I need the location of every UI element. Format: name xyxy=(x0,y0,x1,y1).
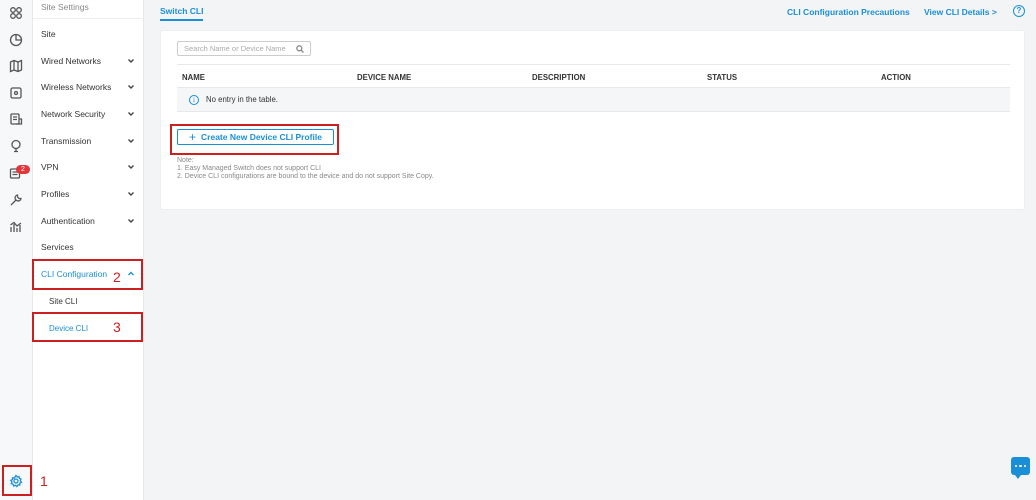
chevron-down-icon xyxy=(127,83,135,91)
menu-divider xyxy=(33,18,144,19)
annotation-number-3: 3 xyxy=(113,319,121,335)
menu-item-label: Network Security xyxy=(41,109,106,119)
icon-rail: 2 xyxy=(0,0,33,500)
menu-item-label: Authentication xyxy=(41,216,95,226)
chevron-down-icon xyxy=(127,217,135,225)
menu-item-label: Wireless Networks xyxy=(41,82,112,92)
column-header-action: ACTION xyxy=(881,73,911,82)
column-header-device-name[interactable]: DEVICE NAME xyxy=(357,73,411,82)
menu-item-label: Site CLI xyxy=(49,296,78,306)
menu-item-label: Wired Networks xyxy=(41,56,101,66)
column-header-name[interactable]: NAME xyxy=(182,73,205,82)
chat-support-button[interactable] xyxy=(1011,457,1030,479)
top-bar: Switch CLI CLI Configuration Precautions… xyxy=(144,0,1036,22)
chevron-down-icon xyxy=(127,110,135,118)
menu-item-label: Services xyxy=(41,242,74,252)
annotation-number-1: 1 xyxy=(40,473,48,489)
table-header: NAME DEVICE NAME DESCRIPTION STATUS ACTI… xyxy=(177,64,1010,88)
chat-dot xyxy=(1019,464,1022,468)
menu-item-transmission[interactable]: Transmission xyxy=(33,131,144,151)
note: Note: 1. Easy Managed Switch does not su… xyxy=(177,157,434,181)
menu-item-vpn[interactable]: VPN xyxy=(33,157,144,177)
note-line: 2. Device CLI configurations are bound t… xyxy=(177,173,434,180)
tools-icon[interactable] xyxy=(8,192,24,208)
device-icon[interactable] xyxy=(8,85,24,101)
menu-item-site[interactable]: Site xyxy=(33,24,144,44)
alerts-badge: 2 xyxy=(16,165,30,174)
plus-icon: + xyxy=(189,130,197,144)
menu-item-network-security[interactable]: Network Security xyxy=(33,104,144,124)
menu-item-site-cli[interactable]: Site CLI xyxy=(33,291,144,311)
column-header-status[interactable]: STATUS xyxy=(707,73,737,82)
view-cli-details-link[interactable]: View CLI Details > xyxy=(924,7,997,17)
device-cli-card: NAME DEVICE NAME DESCRIPTION STATUS ACTI… xyxy=(160,30,1025,210)
menu-item-label: Site xyxy=(41,29,56,39)
note-line: 1. Easy Managed Switch does not support … xyxy=(177,165,321,172)
create-device-cli-profile-button[interactable]: + Create New Device CLI Profile xyxy=(177,129,334,145)
empty-table-row: i No entry in the table. xyxy=(177,88,1010,112)
column-header-description[interactable]: DESCRIPTION xyxy=(532,73,585,82)
menu-item-device-cli[interactable]: Device CLI xyxy=(33,318,144,338)
chevron-down-icon xyxy=(127,163,135,171)
menu-item-services[interactable]: Services xyxy=(33,237,144,257)
cli-precautions-link[interactable]: CLI Configuration Precautions xyxy=(787,7,910,17)
location-icon[interactable] xyxy=(8,138,24,154)
settings-menu: Site Settings Site Wired Networks Wirele… xyxy=(33,0,144,500)
chart-pie-icon[interactable] xyxy=(8,32,24,48)
settings-icon[interactable] xyxy=(8,473,24,489)
dashboard-icon[interactable] xyxy=(8,5,24,21)
menu-item-label: VPN xyxy=(41,162,59,172)
note-title: Note: xyxy=(177,157,194,164)
chevron-down-icon xyxy=(127,57,135,65)
menu-header: Site Settings xyxy=(41,2,89,12)
info-icon: i xyxy=(189,94,199,105)
help-icon[interactable]: ? xyxy=(1013,5,1025,17)
menu-item-authentication[interactable]: Authentication xyxy=(33,211,144,231)
search-box xyxy=(177,41,311,56)
search-icon[interactable] xyxy=(296,45,304,53)
menu-item-label: CLI Configuration xyxy=(41,269,108,279)
tab-switch-cli[interactable]: Switch CLI xyxy=(160,6,204,21)
chevron-up-icon xyxy=(127,270,135,278)
insight-icon[interactable] xyxy=(8,219,24,235)
menu-item-label: Transmission xyxy=(41,136,92,146)
menu-item-label: Profiles xyxy=(41,189,70,199)
menu-item-label: Device CLI xyxy=(49,323,89,333)
chevron-down-icon xyxy=(127,137,135,145)
map-icon[interactable] xyxy=(8,58,24,74)
empty-table-text: No entry in the table. xyxy=(206,95,278,104)
create-button-label: Create New Device CLI Profile xyxy=(201,132,322,142)
menu-item-profiles[interactable]: Profiles xyxy=(33,184,144,204)
menu-item-cli-configuration[interactable]: CLI Configuration xyxy=(33,264,144,284)
menu-item-wireless-networks[interactable]: Wireless Networks xyxy=(33,77,144,97)
menu-item-wired-networks[interactable]: Wired Networks xyxy=(33,51,144,71)
search-input[interactable] xyxy=(184,44,294,53)
annotation-number-2: 2 xyxy=(113,269,121,285)
chevron-down-icon xyxy=(127,190,135,198)
log-icon[interactable] xyxy=(8,111,24,127)
chat-dot xyxy=(1023,464,1027,468)
chat-dot xyxy=(1014,464,1018,468)
